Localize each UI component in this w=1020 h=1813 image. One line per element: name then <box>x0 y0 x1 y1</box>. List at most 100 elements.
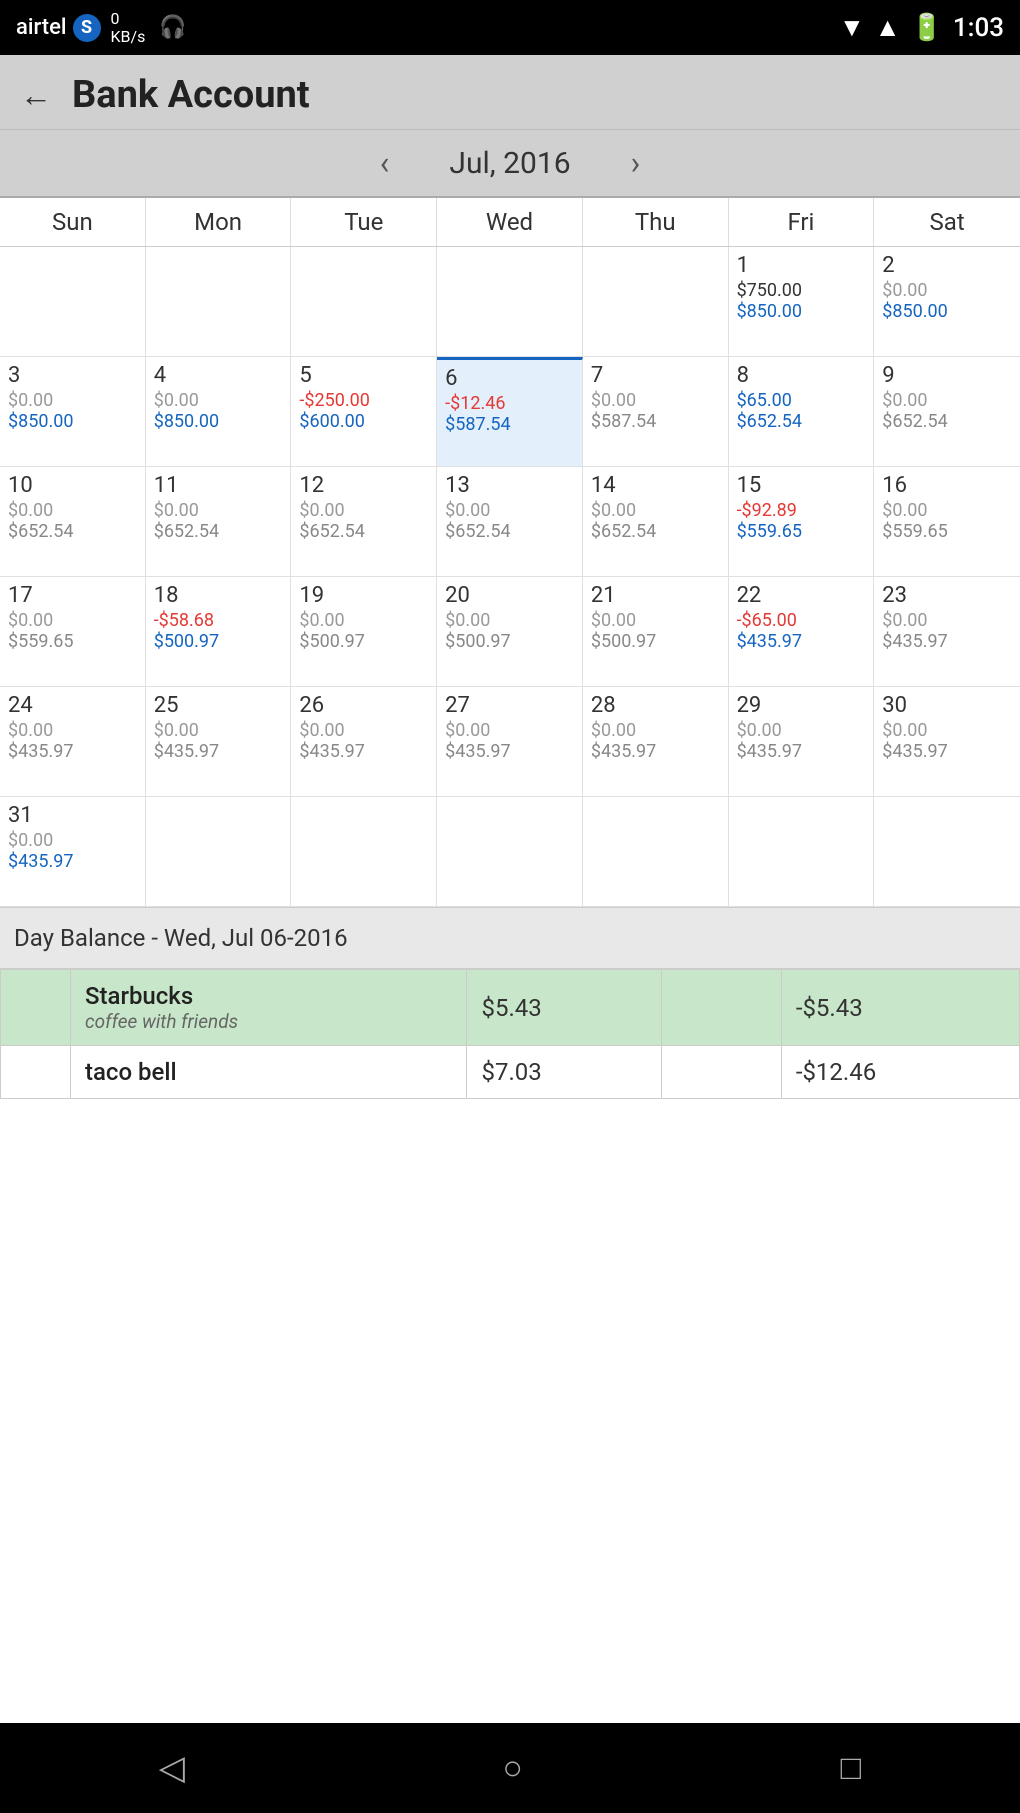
page-header: ← Bank Account <box>0 55 1020 130</box>
transaction-name-2: taco bell <box>85 1058 452 1086</box>
calendar-cell-empty-4[interactable] <box>437 247 583 357</box>
calendar-cell-empty-1[interactable] <box>0 247 146 357</box>
cell-balance: $435.97 <box>299 741 428 762</box>
calendar-cell-jul10[interactable]: 10 $0.00 $652.54 <box>0 467 146 577</box>
calendar-cell-jul16[interactable]: 16 $0.00 $559.65 <box>874 467 1020 577</box>
day-header-tue: Tue <box>291 198 437 246</box>
headset-icon: 🎧 <box>159 15 186 40</box>
calendar-cell-jul6[interactable]: 6 -$12.46 $587.54 <box>437 357 583 467</box>
transaction-amount-cell: $5.43 <box>467 970 661 1046</box>
calendar-cell-jul28[interactable]: 28 $0.00 $435.97 <box>583 687 729 797</box>
calendar-cell-jul4[interactable]: 4 $0.00 $850.00 <box>146 357 292 467</box>
cell-date: 23 <box>882 583 1012 608</box>
prev-month-button[interactable]: ‹ <box>370 144 400 182</box>
calendar-cell-jul21[interactable]: 21 $0.00 $500.97 <box>583 577 729 687</box>
cell-balance: $435.97 <box>737 631 866 652</box>
calendar-cell-jul14[interactable]: 14 $0.00 $652.54 <box>583 467 729 577</box>
transaction-icon-cell-2 <box>1 1046 71 1099</box>
cell-transaction: $0.00 <box>445 500 574 521</box>
calendar-cell-jul9[interactable]: 9 $0.00 $652.54 <box>874 357 1020 467</box>
status-bar-left: airtel S 0KB/s 🎧 <box>16 10 839 45</box>
transaction-row-tacobell[interactable]: taco bell $7.03 -$12.46 <box>1 1046 1020 1099</box>
cell-transaction: $0.00 <box>154 390 283 411</box>
transaction-category-cell-2 <box>661 1046 781 1099</box>
transaction-net: -$5.43 <box>796 994 863 1022</box>
calendar-cell-jul5[interactable]: 5 -$250.00 $600.00 <box>291 357 437 467</box>
calendar-cell-empty-3[interactable] <box>291 247 437 357</box>
calendar-cell-jul19[interactable]: 19 $0.00 $500.97 <box>291 577 437 687</box>
battery-icon: 🔋 <box>910 13 942 43</box>
calendar-cell-empty-r6-5[interactable] <box>583 797 729 907</box>
cell-balance: $652.54 <box>882 411 1012 432</box>
day-header-sat: Sat <box>874 198 1020 246</box>
cell-date: 14 <box>591 473 720 498</box>
cell-balance: $652.54 <box>737 411 866 432</box>
cell-transaction: $0.00 <box>299 500 428 521</box>
transactions-table: Starbucks coffee with friends $5.43 -$5.… <box>0 969 1020 1099</box>
day-header-thu: Thu <box>583 198 729 246</box>
transaction-row-starbucks[interactable]: Starbucks coffee with friends $5.43 -$5.… <box>1 970 1020 1046</box>
calendar-cell-empty-r6-6[interactable] <box>729 797 875 907</box>
cell-balance: $652.54 <box>591 521 720 542</box>
calendar-cell-jul23[interactable]: 23 $0.00 $435.97 <box>874 577 1020 687</box>
cell-date: 24 <box>8 693 137 718</box>
calendar-cell-jul30[interactable]: 30 $0.00 $435.97 <box>874 687 1020 797</box>
calendar-cell-jul1[interactable]: 1 $750.00 $850.00 <box>729 247 875 357</box>
cell-transaction-neg: -$58.68 <box>154 610 283 631</box>
calendar-cell-jul26[interactable]: 26 $0.00 $435.97 <box>291 687 437 797</box>
s-icon: S <box>73 14 101 42</box>
bottom-nav-bar: ◁ ○ □ <box>0 1723 1020 1813</box>
calendar-cell-jul29[interactable]: 29 $0.00 $435.97 <box>729 687 875 797</box>
transaction-amount-2: $7.03 <box>481 1058 541 1086</box>
calendar-cell-jul2[interactable]: 2 $0.00 $850.00 <box>874 247 1020 357</box>
back-nav-button[interactable]: ◁ <box>159 1748 185 1788</box>
cell-transaction: $0.00 <box>154 500 283 521</box>
transaction-name-cell-2: taco bell <box>71 1046 467 1099</box>
calendar-cell-empty-r6-3[interactable] <box>291 797 437 907</box>
recent-nav-button[interactable]: □ <box>841 1748 862 1788</box>
cell-transaction: $0.00 <box>882 390 1012 411</box>
calendar-cell-empty-r6-4[interactable] <box>437 797 583 907</box>
cell-transaction: $0.00 <box>299 610 428 631</box>
cell-date: 12 <box>299 473 428 498</box>
cell-transaction-pos: $65.00 <box>737 390 866 411</box>
calendar-cell-jul17[interactable]: 17 $0.00 $559.65 <box>0 577 146 687</box>
calendar-cell-jul20[interactable]: 20 $0.00 $500.97 <box>437 577 583 687</box>
calendar-cell-jul24[interactable]: 24 $0.00 $435.97 <box>0 687 146 797</box>
cell-balance: $652.54 <box>8 521 137 542</box>
cell-transaction: $0.00 <box>8 830 137 851</box>
calendar-cell-jul31[interactable]: 31 $0.00 $435.97 <box>0 797 146 907</box>
cell-balance: $652.54 <box>299 521 428 542</box>
calendar-cell-empty-5[interactable] <box>583 247 729 357</box>
home-nav-button[interactable]: ○ <box>503 1748 524 1788</box>
cell-transaction-neg: -$12.46 <box>445 393 574 414</box>
calendar-cell-jul27[interactable]: 27 $0.00 $435.97 <box>437 687 583 797</box>
calendar-cell-jul22[interactable]: 22 -$65.00 $435.97 <box>729 577 875 687</box>
bottom-spacer <box>0 1099 1020 1299</box>
calendar-cell-jul8[interactable]: 8 $65.00 $652.54 <box>729 357 875 467</box>
calendar-cell-jul3[interactable]: 3 $0.00 $850.00 <box>0 357 146 467</box>
cell-date: 11 <box>154 473 283 498</box>
cell-date: 26 <box>299 693 428 718</box>
calendar-cell-jul7[interactable]: 7 $0.00 $587.54 <box>583 357 729 467</box>
cell-date: 3 <box>8 363 137 388</box>
calendar-cell-empty-r6-2[interactable] <box>146 797 292 907</box>
calendar-cell-jul13[interactable]: 13 $0.00 $652.54 <box>437 467 583 577</box>
calendar-cell-empty-r6-7[interactable] <box>874 797 1020 907</box>
time-label: 1:03 <box>953 13 1004 43</box>
calendar-cell-jul18[interactable]: 18 -$58.68 $500.97 <box>146 577 292 687</box>
calendar-cell-jul11[interactable]: 11 $0.00 $652.54 <box>146 467 292 577</box>
current-month-label: Jul, 2016 <box>449 146 570 181</box>
calendar-cell-empty-2[interactable] <box>146 247 292 357</box>
cell-transaction: $0.00 <box>737 720 866 741</box>
page-title: Bank Account <box>72 73 310 117</box>
cell-balance: $435.97 <box>882 741 1012 762</box>
calendar-cell-jul25[interactable]: 25 $0.00 $435.97 <box>146 687 292 797</box>
back-button[interactable]: ← <box>20 76 52 114</box>
cell-balance: $652.54 <box>445 521 574 542</box>
next-month-button[interactable]: › <box>621 144 651 182</box>
calendar-cell-jul15[interactable]: 15 -$92.89 $559.65 <box>729 467 875 577</box>
calendar-cell-jul12[interactable]: 12 $0.00 $652.54 <box>291 467 437 577</box>
cell-transaction-neg: -$250.00 <box>299 390 428 411</box>
cell-date: 6 <box>445 366 574 391</box>
